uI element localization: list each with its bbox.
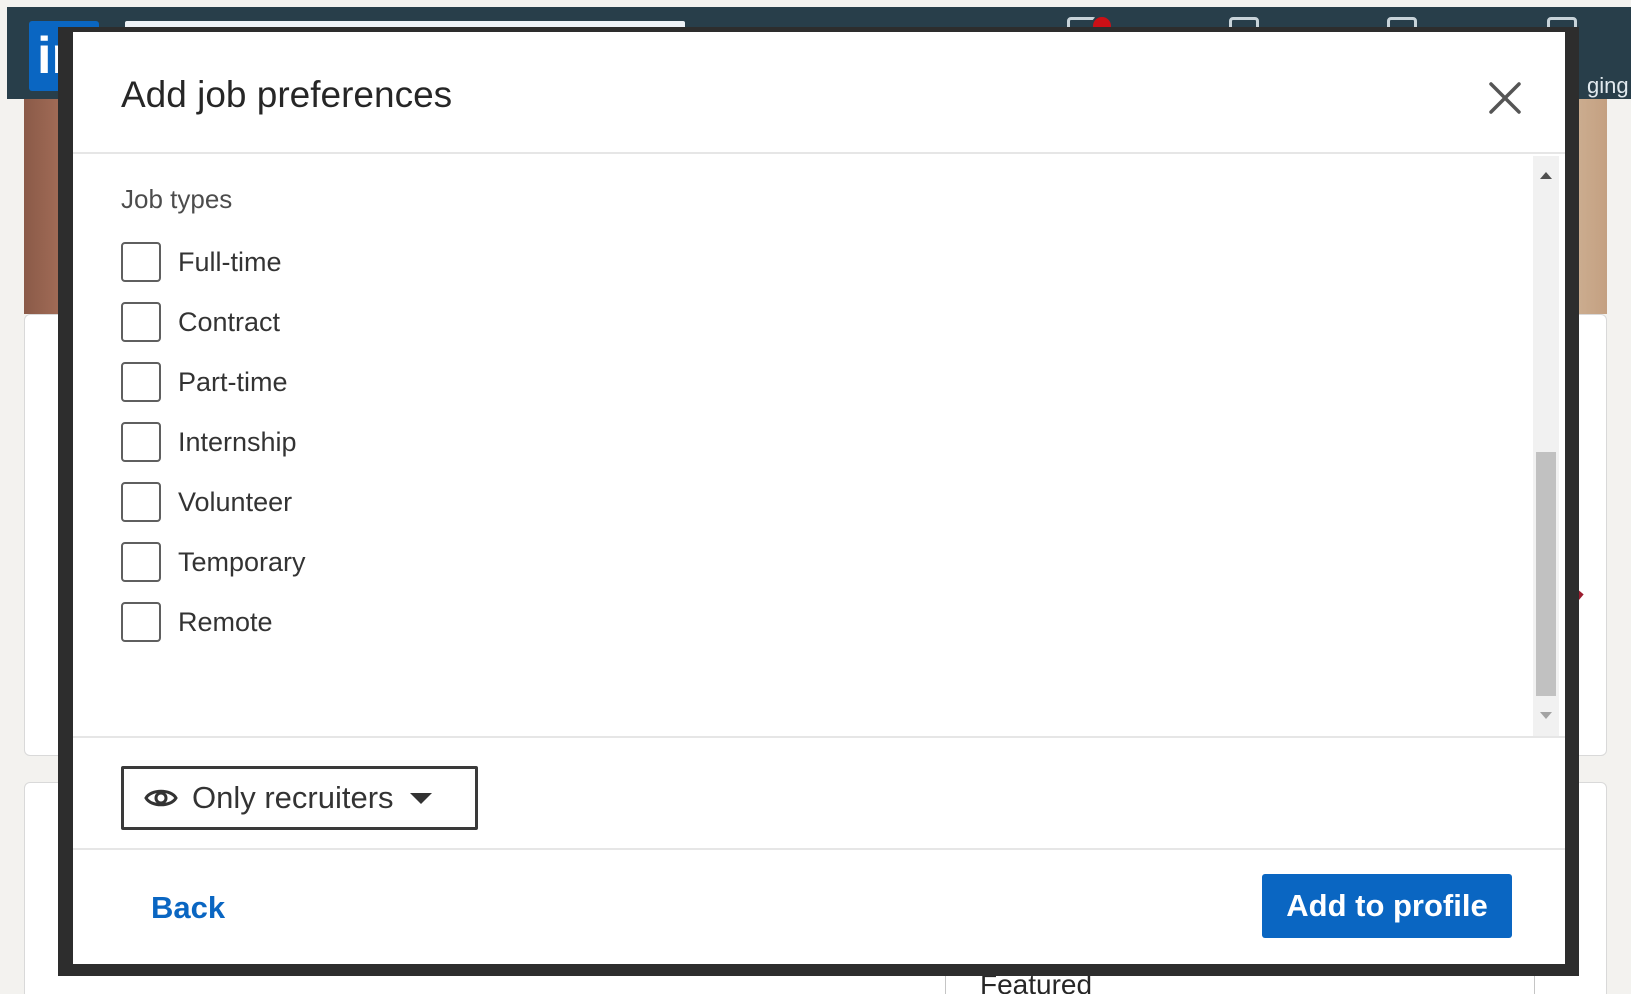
job-type-label: Internship	[178, 426, 297, 457]
job-type-remote[interactable]: Remote	[121, 602, 273, 642]
part-time-checkbox[interactable]	[121, 362, 161, 402]
close-icon	[1489, 82, 1521, 114]
job-type-full-time[interactable]: Full-time	[121, 242, 282, 282]
volunteer-checkbox[interactable]	[121, 482, 161, 522]
contract-checkbox[interactable]	[121, 302, 161, 342]
job-type-internship[interactable]: Internship	[121, 422, 297, 462]
caret-down-icon	[409, 792, 432, 804]
job-type-label: Remote	[178, 606, 273, 637]
modal-header: Add job preferences	[73, 32, 1565, 154]
scroll-up-arrow-icon[interactable]	[1540, 172, 1552, 179]
scrollbar-thumb[interactable]	[1536, 452, 1556, 696]
back-button[interactable]: Back	[151, 890, 225, 926]
nav-item-label: ging	[1587, 73, 1629, 98]
remote-checkbox[interactable]	[121, 602, 161, 642]
modal-scrollbar[interactable]	[1533, 156, 1559, 736]
visibility-section: Only recruiters	[73, 736, 1565, 850]
full-time-checkbox[interactable]	[121, 242, 161, 282]
modal-body[interactable]: Job types Full-time Contract Part-time I…	[73, 156, 1565, 736]
job-type-label: Full-time	[178, 246, 282, 277]
job-type-volunteer[interactable]: Volunteer	[121, 482, 292, 522]
modal-footer: Back Add to profile	[73, 850, 1565, 964]
internship-checkbox[interactable]	[121, 422, 161, 462]
eye-icon	[144, 789, 178, 807]
job-type-temporary[interactable]: Temporary	[121, 542, 306, 582]
job-type-label: Temporary	[178, 546, 306, 577]
add-to-profile-button[interactable]: Add to profile	[1262, 874, 1512, 938]
job-type-part-time[interactable]: Part-time	[121, 362, 288, 402]
temporary-checkbox[interactable]	[121, 542, 161, 582]
job-types-label: Job types	[121, 184, 233, 214]
close-button[interactable]	[1481, 74, 1529, 122]
job-type-label: Contract	[178, 306, 281, 337]
job-type-label: Volunteer	[178, 486, 293, 517]
job-type-label: Part-time	[178, 366, 288, 397]
job-type-contract[interactable]: Contract	[121, 302, 280, 342]
job-preferences-modal: Add job preferences Job types Full-time …	[73, 32, 1565, 964]
visibility-dropdown[interactable]: Only recruiters	[121, 766, 478, 830]
visibility-label: Only recruiters	[192, 780, 394, 815]
scroll-down-arrow-icon[interactable]	[1540, 712, 1552, 719]
modal-title: Add job preferences	[121, 74, 453, 115]
